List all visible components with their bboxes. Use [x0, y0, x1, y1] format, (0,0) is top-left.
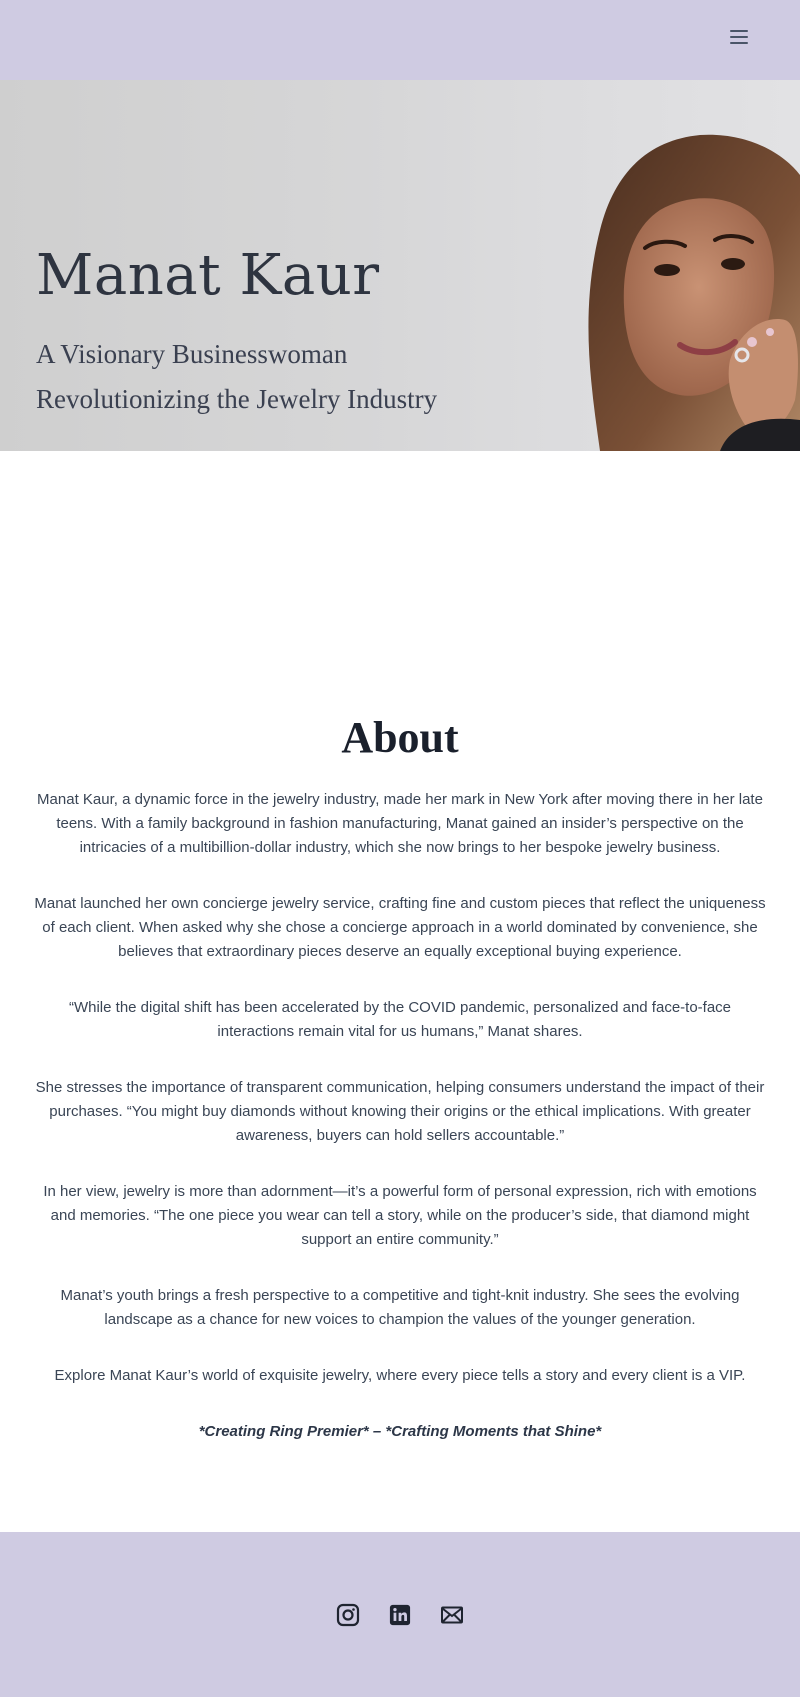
about-section: About Manat Kaur, a dynamic force in the… — [0, 716, 800, 1532]
instagram-icon[interactable] — [335, 1602, 361, 1628]
hero-subtitle-line: A Visionary Businesswoman — [36, 339, 348, 369]
linkedin-icon[interactable] — [387, 1602, 413, 1628]
about-paragraph: “While the digital shift has been accele… — [68, 999, 732, 1040]
hero-subtitle: A Visionary Businesswoman Revolutionizin… — [36, 332, 476, 422]
hero-text-block: Manat Kaur A Visionary Businesswoman Rev… — [36, 248, 476, 422]
hero-banner: Manat Kaur A Visionary Businesswoman Rev… — [0, 80, 800, 451]
hero-subtitle-line: Revolutionizing the Jewelry Industry — [36, 384, 438, 414]
about-heading: About — [341, 713, 459, 762]
email-icon[interactable] — [439, 1602, 465, 1628]
about-paragraph: Manat launched her own concierge jewelry… — [34, 895, 766, 960]
about-tagline: *Creating Ring Premier* – *Crafting Mome… — [198, 1423, 602, 1440]
about-paragraph: Explore Manat Kaur’s world of exquisite … — [54, 1367, 746, 1384]
site-footer — [0, 1532, 800, 1697]
about-paragraph: Manat’s youth brings a fresh perspective… — [60, 1287, 740, 1328]
hero-portrait-photo — [588, 134, 800, 451]
about-paragraph: In her view, jewelry is more than adornm… — [43, 1183, 757, 1248]
hamburger-menu-icon[interactable] — [730, 30, 748, 44]
about-paragraph: She stresses the importance of transpare… — [35, 1079, 765, 1144]
site-header — [0, 0, 800, 80]
hero-title: Manat Kaur — [36, 243, 380, 308]
about-paragraph: Manat Kaur, a dynamic force in the jewel… — [37, 791, 763, 856]
